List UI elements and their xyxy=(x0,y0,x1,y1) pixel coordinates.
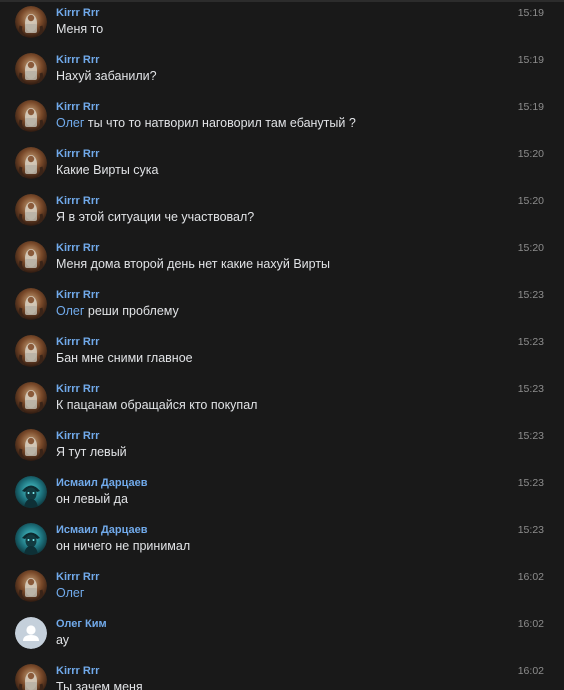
message-text: Олег реши проблему xyxy=(56,304,179,318)
message-item[interactable]: Исмаил Дарцаев 15:23 он левый да xyxy=(0,470,564,516)
message-body: Я тут левый xyxy=(56,445,127,459)
message-time: 15:23 xyxy=(517,383,544,395)
message-time: 15:20 xyxy=(517,242,544,254)
message-item[interactable]: Kirrr Rrr 16:02 Олег xyxy=(0,564,564,610)
message-item[interactable]: Kirrr Rrr 15:20 Меня дома второй день не… xyxy=(0,235,564,281)
message-time: 15:23 xyxy=(517,336,544,348)
author-name[interactable]: Олег Ким xyxy=(56,618,107,630)
author-name[interactable]: Kirrr Rrr xyxy=(56,665,99,677)
message-text: Ты зачем меня xyxy=(56,680,143,690)
message-body: Нахуй забанили? xyxy=(56,69,157,83)
kirrr-avatar[interactable] xyxy=(15,241,47,273)
message-time: 15:19 xyxy=(517,54,544,66)
message-text: Я в этой ситуации че участвовал? xyxy=(56,210,254,224)
author-name[interactable]: Kirrr Rrr xyxy=(56,242,99,254)
message-body: Бан мне сними главное xyxy=(56,351,193,365)
message-text: Я тут левый xyxy=(56,445,127,459)
message-body: ты что то натворил наговорил там ебануты… xyxy=(87,116,356,130)
message-text: он ничего не принимал xyxy=(56,539,190,553)
message-time: 15:19 xyxy=(517,7,544,19)
author-name[interactable]: Kirrr Rrr xyxy=(56,148,99,160)
kirrr-avatar[interactable] xyxy=(15,335,47,367)
message-item[interactable]: Kirrr Rrr 15:19 Нахуй забанили? xyxy=(0,47,564,93)
message-time: 15:19 xyxy=(517,101,544,113)
message-body: он левый да xyxy=(56,492,128,506)
message-item[interactable]: Исмаил Дарцаев 15:23 он ничего не приним… xyxy=(0,517,564,563)
message-item[interactable]: Kirrr Rrr 15:19 Олег ты что то натворил … xyxy=(0,94,564,140)
kirrr-avatar[interactable] xyxy=(15,429,47,461)
message-text: он левый да xyxy=(56,492,128,506)
message-body: Ты зачем меня xyxy=(56,680,143,690)
kirrr-avatar[interactable] xyxy=(15,6,47,38)
author-name[interactable]: Kirrr Rrr xyxy=(56,195,99,207)
message-item[interactable]: Kirrr Rrr 15:23 К пацанам обращайся кто … xyxy=(0,376,564,422)
author-name[interactable]: Kirrr Rrr xyxy=(56,571,99,583)
message-time: 15:20 xyxy=(517,195,544,207)
message-time: 16:02 xyxy=(517,618,544,630)
message-time: 16:02 xyxy=(517,665,544,677)
message-body: он ничего не принимал xyxy=(56,539,191,553)
author-name[interactable]: Kirrr Rrr xyxy=(56,289,99,301)
kirrr-avatar[interactable] xyxy=(15,100,47,132)
author-name[interactable]: Kirrr Rrr xyxy=(56,336,99,348)
mention-link[interactable]: Олег xyxy=(56,304,84,318)
kirrr-avatar[interactable] xyxy=(15,53,47,85)
kirrr-avatar[interactable] xyxy=(15,664,47,690)
author-name[interactable]: Kirrr Rrr xyxy=(56,7,99,19)
author-name[interactable]: Kirrr Rrr xyxy=(56,430,99,442)
message-text: Какие Вирты сука xyxy=(56,163,158,177)
author-name[interactable]: Kirrr Rrr xyxy=(56,383,99,395)
message-item[interactable]: Kirrr Rrr 15:19 Меня то xyxy=(0,0,564,46)
message-item[interactable]: Олег Ким 16:02 ау xyxy=(0,611,564,657)
kirrr-avatar[interactable] xyxy=(15,570,47,602)
message-item[interactable]: Kirrr Rrr 16:02 Ты зачем меня xyxy=(0,658,564,690)
mention-link[interactable]: Олег xyxy=(56,586,84,600)
message-body: Меня дома второй день нет какие нахуй Ви… xyxy=(56,257,331,271)
message-text: Нахуй забанили? xyxy=(56,69,157,83)
kirrr-avatar[interactable] xyxy=(15,288,47,320)
kirrr-avatar[interactable] xyxy=(15,194,47,226)
message-text: Меня дома второй день нет какие нахуй Ви… xyxy=(56,257,330,271)
message-body: Меня то xyxy=(56,22,104,36)
message-time: 15:23 xyxy=(517,430,544,442)
message-item[interactable]: Kirrr Rrr 15:23 Олег реши проблему xyxy=(0,282,564,328)
author-name[interactable]: Kirrr Rrr xyxy=(56,54,99,66)
author-name[interactable]: Kirrr Rrr xyxy=(56,101,99,113)
message-body: ау xyxy=(56,633,70,647)
mention-link[interactable]: Олег xyxy=(56,116,84,130)
message-item[interactable]: Kirrr Rrr 15:20 Я в этой ситуации че уча… xyxy=(0,188,564,234)
message-body: Я в этой ситуации че участвовал? xyxy=(56,210,255,224)
kirrr-avatar[interactable] xyxy=(15,147,47,179)
kirrr-avatar[interactable] xyxy=(15,382,47,414)
message-text: Олег xyxy=(56,586,84,600)
message-text: ау xyxy=(56,633,69,647)
author-name[interactable]: Исмаил Дарцаев xyxy=(56,477,148,489)
message-item[interactable]: Kirrr Rrr 15:23 Бан мне сними главное xyxy=(0,329,564,375)
message-body: Какие Вирты сука xyxy=(56,163,159,177)
message-time: 15:20 xyxy=(517,148,544,160)
message-time: 16:02 xyxy=(517,571,544,583)
chat-history: Kirrr Rrr 15:19 Меня то Kirrr Rrr 15:19 … xyxy=(0,0,564,690)
message-body: К пацанам обращайся кто покупал xyxy=(56,398,258,412)
message-text: Меня то xyxy=(56,22,103,36)
author-name[interactable]: Исмаил Дарцаев xyxy=(56,524,148,536)
message-text: Бан мне сними главное xyxy=(56,351,193,365)
message-item[interactable]: Kirrr Rrr 15:20 Какие Вирты сука xyxy=(0,141,564,187)
default-user-avatar[interactable] xyxy=(15,617,47,649)
message-text: К пацанам обращайся кто покупал xyxy=(56,398,257,412)
message-time: 15:23 xyxy=(517,524,544,536)
ismail-avatar[interactable] xyxy=(15,476,47,508)
message-time: 15:23 xyxy=(517,477,544,489)
message-body: реши проблему xyxy=(87,304,179,318)
message-time: 15:23 xyxy=(517,289,544,301)
ismail-avatar[interactable] xyxy=(15,523,47,555)
message-text: Олег ты что то натворил наговорил там еб… xyxy=(56,116,356,130)
message-item[interactable]: Kirrr Rrr 15:23 Я тут левый xyxy=(0,423,564,469)
